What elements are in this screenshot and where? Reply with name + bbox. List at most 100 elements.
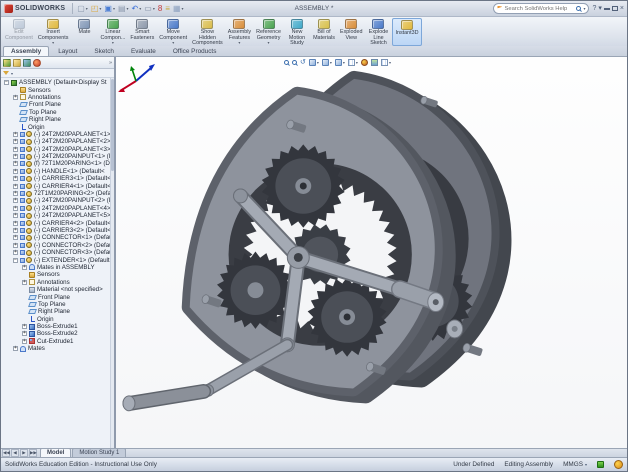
tree-expander-icon[interactable]: + <box>13 147 18 152</box>
tree-expander-icon[interactable]: + <box>22 280 27 285</box>
hide-show-items-icon[interactable]: ▾ <box>348 59 358 66</box>
tree-expander-icon[interactable]: + <box>13 221 18 226</box>
assembly-features-button[interactable]: Assembly Features▾ <box>226 18 253 46</box>
open-icon[interactable]: ◰▾ <box>90 2 103 15</box>
linear-component-pattern-button[interactable]: Linear Compon...▾ <box>98 18 127 46</box>
tab-office-products[interactable]: Office Products <box>165 46 225 56</box>
tree-expander-icon[interactable]: + <box>13 346 18 351</box>
dropdown-caret-icon[interactable]: ▾ <box>330 60 332 65</box>
scroll-left-icon[interactable]: ◀ <box>11 449 19 457</box>
tree-item[interactable]: +Material <not specified> <box>1 286 114 293</box>
save-icon[interactable]: ▣▾ <box>103 2 116 15</box>
tree-expander-icon[interactable]: + <box>13 198 18 203</box>
dropdown-caret-icon[interactable]: ▾ <box>113 6 115 11</box>
exploded-view-button[interactable]: Exploded View <box>338 18 364 46</box>
model-tab[interactable]: Model <box>40 448 71 457</box>
configuration-manager-tab-icon[interactable] <box>23 59 31 67</box>
tree-item[interactable]: +Origin <box>1 123 114 130</box>
dropdown-caret-icon[interactable]: ▾ <box>153 6 155 11</box>
tree-item[interactable]: +(-) CARRIER4<2> (Default< <box>1 219 114 226</box>
zoom-to-area-icon[interactable] <box>292 60 297 65</box>
dropdown-caret-icon[interactable]: ▾ <box>86 6 88 11</box>
panel-tabs-overflow-icon[interactable]: » <box>109 60 112 66</box>
dropdown-caret-icon[interactable]: ▾ <box>127 6 129 11</box>
dropdown-caret-icon[interactable]: ▾ <box>172 41 174 45</box>
tree-item[interactable]: +(-) HANDLE<1> (Default< <box>1 168 114 175</box>
tree-item[interactable]: +Annotations <box>1 94 114 101</box>
tree-item[interactable]: +(-) 24T2M20PAINPUT<1> (Defa <box>1 153 114 160</box>
dropdown-caret-icon[interactable]: ▾ <box>52 41 54 45</box>
dropdown-caret-icon[interactable]: ▾ <box>182 6 184 11</box>
scroll-last-icon[interactable]: ▶▶ <box>29 449 37 457</box>
help-caret-icon[interactable]: ▾ <box>598 5 602 13</box>
search-caret-icon[interactable]: ▾ <box>583 6 585 11</box>
tags-icon[interactable] <box>597 461 604 468</box>
tree-item[interactable]: −ASSEMBLY (Default<Display St <box>1 79 114 86</box>
search-box[interactable]: ▾ <box>493 3 589 14</box>
reference-geometry-button[interactable]: Reference Geometry▾ <box>254 18 283 46</box>
display-style-icon[interactable]: ▾ <box>335 59 345 66</box>
bill-of-materials-button[interactable]: Bill of Materials <box>311 18 337 46</box>
dropdown-caret-icon[interactable]: ▾ <box>238 41 240 45</box>
filter-caret-icon[interactable]: ▾ <box>11 71 13 76</box>
edit-appearance-icon[interactable] <box>361 59 368 66</box>
tree-item[interactable]: +(f) 72T1M20PARING<1> (Defau <box>1 160 114 167</box>
print-icon[interactable]: ▤▾ <box>117 2 130 15</box>
filter-funnel-icon[interactable] <box>3 71 9 75</box>
tree-expander-icon[interactable]: − <box>4 80 9 85</box>
tree-expander-icon[interactable]: + <box>13 139 18 144</box>
tree-item[interactable]: +72T1M20PARING<2> (Default <box>1 190 114 197</box>
quick-tips-icon[interactable] <box>614 460 623 469</box>
motion-study-tab[interactable]: Motion Study 1 <box>72 448 126 457</box>
tree-expander-icon[interactable]: + <box>13 191 18 196</box>
dropdown-caret-icon[interactable]: ▾ <box>389 60 391 65</box>
tree-item[interactable]: +(-) 24T2M20PAPLANET<3> (Def <box>1 146 114 153</box>
dropdown-caret-icon[interactable]: ▾ <box>356 60 358 65</box>
new-document-icon[interactable]: ▢▾ <box>76 2 89 15</box>
property-manager-tab-icon[interactable] <box>13 59 21 67</box>
tree-item[interactable]: +(-) CARRIER3<1> (Default< <box>1 175 114 182</box>
search-input[interactable] <box>504 6 574 12</box>
tab-evaluate[interactable]: Evaluate <box>123 46 164 56</box>
tree-item[interactable]: −(-) EXTENDER<1> (Default< <box>1 256 114 263</box>
tree-item[interactable]: +Top Plane <box>1 109 114 116</box>
assembly-3d-model[interactable] <box>116 57 627 448</box>
tree-item[interactable]: +Front Plane <box>1 101 114 108</box>
tree-item[interactable]: +Sensors <box>1 86 114 93</box>
display-manager-tab-icon[interactable] <box>33 59 41 67</box>
dropdown-caret-icon[interactable]: ▾ <box>139 6 141 11</box>
smart-fasteners-button[interactable]: Smart Fasteners <box>128 18 156 46</box>
tree-expander-icon[interactable]: + <box>13 161 18 166</box>
tree-expander-icon[interactable]: + <box>13 169 18 174</box>
tree-expander-icon[interactable]: + <box>22 324 27 329</box>
tree-expander-icon[interactable]: + <box>13 176 18 181</box>
tree-item[interactable]: +Mates in ASSEMBLY <box>1 264 114 271</box>
tree-expander-icon[interactable]: + <box>13 235 18 240</box>
tree-item[interactable]: +(-) CARRIER4<1> (Default< <box>1 182 114 189</box>
mate-button[interactable]: Mate <box>71 18 97 46</box>
tree-expander-icon[interactable]: + <box>13 213 18 218</box>
tree-expander-icon[interactable]: − <box>13 258 18 263</box>
insert-components-button[interactable]: Insert Components▾ <box>36 18 71 46</box>
tree-item[interactable]: +Front Plane <box>1 293 114 300</box>
dropdown-caret-icon[interactable]: ▾ <box>317 60 319 65</box>
tree-item[interactable]: +(-) CONNECTOR<3> (Default< <box>1 249 114 256</box>
previous-view-icon[interactable]: ↺ <box>300 59 306 66</box>
show-hidden-components-button[interactable]: Show Hidden Components <box>190 18 225 46</box>
tree-item[interactable]: +(-) 24T2M20PAPLANET<2> (Def <box>1 138 114 145</box>
tree-expander-icon[interactable]: + <box>13 206 18 211</box>
undo-icon[interactable]: ↶▾ <box>131 2 143 15</box>
tree-item[interactable]: +Right Plane <box>1 116 114 123</box>
new-motion-study-button[interactable]: New Motion Study <box>284 18 310 46</box>
tree-item[interactable]: +Mates <box>1 345 114 352</box>
view-settings-icon[interactable]: ▾ <box>381 59 391 66</box>
tree-item[interactable]: +(-) 24T2M20PAINPUT<2> (Defa <box>1 197 114 204</box>
dropdown-caret-icon[interactable]: ▾ <box>268 41 270 45</box>
tree-item[interactable]: +(-) 24T2M20PAPLANET<1> (Def <box>1 131 114 138</box>
tree-item[interactable]: +Right Plane <box>1 308 114 315</box>
explode-line-sketch-button[interactable]: Explode Line Sketch <box>365 18 391 46</box>
tree-item[interactable]: +(-) CARRIER3<2> (Default< <box>1 227 114 234</box>
rebuild-icon[interactable]: 8 <box>157 2 163 15</box>
restore-button[interactable] <box>612 6 618 11</box>
tree-item[interactable]: +Boss-Extrude1 <box>1 323 114 330</box>
